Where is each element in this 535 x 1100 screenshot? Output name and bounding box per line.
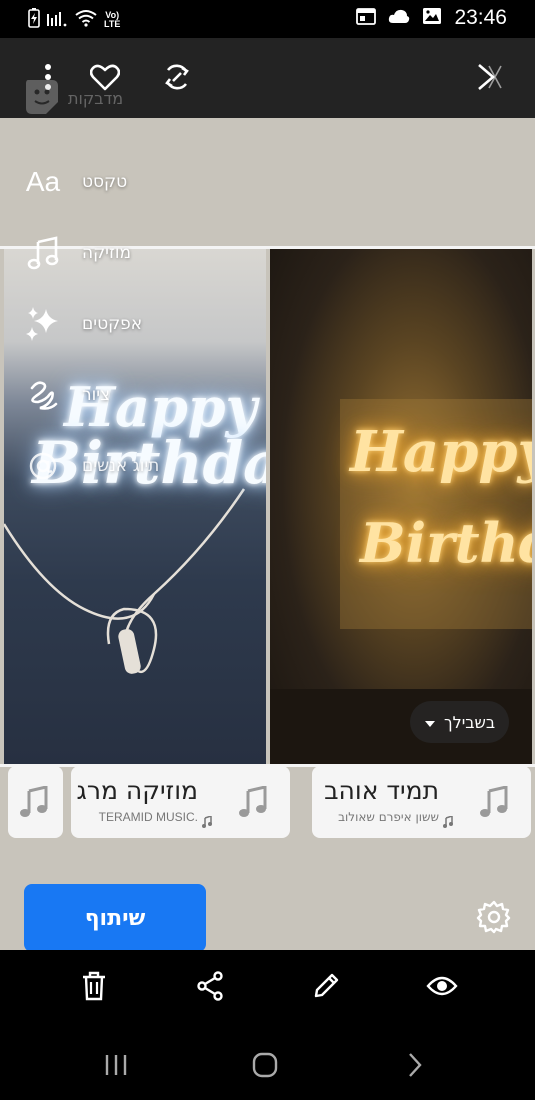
tool-draw[interactable]: ציור	[22, 359, 159, 430]
for-you-dropdown[interactable]: בשבילך	[410, 701, 510, 743]
tool-menu: Aa טקסט מוזיקה אפקטים ציור תיוג אנשים	[22, 146, 159, 501]
small-music-note-icon	[443, 813, 453, 832]
close-icon[interactable]	[472, 60, 506, 94]
share-button-label: שיתוף	[84, 905, 146, 931]
small-music-note-icon	[202, 813, 212, 832]
signal-icon	[46, 9, 68, 31]
neon-happy-right: Happy	[350, 419, 532, 485]
scribble-icon	[22, 374, 64, 416]
tool-text[interactable]: Aa טקסט	[22, 146, 159, 217]
eye-icon[interactable]	[424, 968, 460, 1004]
sticker-face-icon	[22, 76, 62, 120]
status-bar: Vo) LTE 23:46	[0, 0, 535, 38]
battery-charging-icon	[28, 8, 40, 32]
tool-effects-label: אפקטים	[82, 313, 143, 334]
settings-gear-icon[interactable]	[476, 899, 512, 935]
music-note-icon	[19, 785, 49, 822]
photo-right[interactable]: Happy Birthda	[270, 249, 532, 764]
tool-effects[interactable]: אפקטים	[22, 288, 159, 359]
tool-music-label: מוזיקה	[82, 242, 132, 263]
at-sign-icon	[22, 445, 64, 487]
text-aa-icon: Aa	[25, 165, 61, 197]
music-card-1[interactable]: תמיד אוהב ששון איפרם שאולוב	[312, 766, 531, 838]
music-card-artist: TERAMID MUSIC.	[98, 810, 198, 824]
share-network-icon[interactable]	[192, 968, 228, 1004]
stickers-tool[interactable]: מדבקות	[22, 76, 123, 120]
image-icon	[422, 7, 442, 29]
music-card-partial[interactable]	[8, 766, 63, 838]
volte-icon: Vo) LTE	[104, 10, 121, 29]
stickers-tool-label: מדבקות	[68, 88, 124, 108]
back-icon[interactable]	[400, 1050, 430, 1080]
system-nav-bar	[0, 1028, 535, 1100]
recent-apps-icon[interactable]	[101, 1050, 131, 1080]
clock: 23:46	[454, 6, 507, 29]
neon-birthday-right: Birthda	[360, 511, 532, 575]
wifi-icon	[74, 9, 98, 31]
for-you-label: בשבילך	[444, 712, 496, 732]
home-icon[interactable]	[250, 1050, 280, 1080]
bottom-action-bar	[0, 950, 535, 1028]
music-note-icon	[22, 232, 64, 274]
music-note-icon	[479, 785, 509, 822]
trash-icon[interactable]	[76, 968, 112, 1004]
music-card-2[interactable]: מוזיקה מרג TERAMID MUSIC.	[71, 766, 290, 838]
music-card-title: מוזיקה מרג	[76, 776, 198, 805]
caret-down-icon	[424, 713, 436, 732]
tool-draw-label: ציור	[82, 384, 111, 405]
music-note-icon	[238, 785, 268, 822]
share-button[interactable]: שיתוף	[24, 884, 206, 952]
calendar-icon	[356, 7, 377, 29]
tool-music[interactable]: מוזיקה	[22, 217, 159, 288]
cloud-icon	[388, 8, 410, 28]
tool-text-label: טקסט	[82, 171, 128, 192]
music-card-artist: ששון איפרם שאולוב	[338, 810, 439, 824]
music-card-title: תמיד אוהב	[324, 776, 439, 805]
tool-tag-people-label: תיוג אנשים	[82, 455, 160, 476]
pencil-icon[interactable]	[308, 968, 344, 1004]
boomerang-icon[interactable]	[160, 60, 194, 94]
tool-tag-people[interactable]: תיוג אנשים	[22, 430, 159, 501]
sparkles-icon	[22, 303, 64, 345]
